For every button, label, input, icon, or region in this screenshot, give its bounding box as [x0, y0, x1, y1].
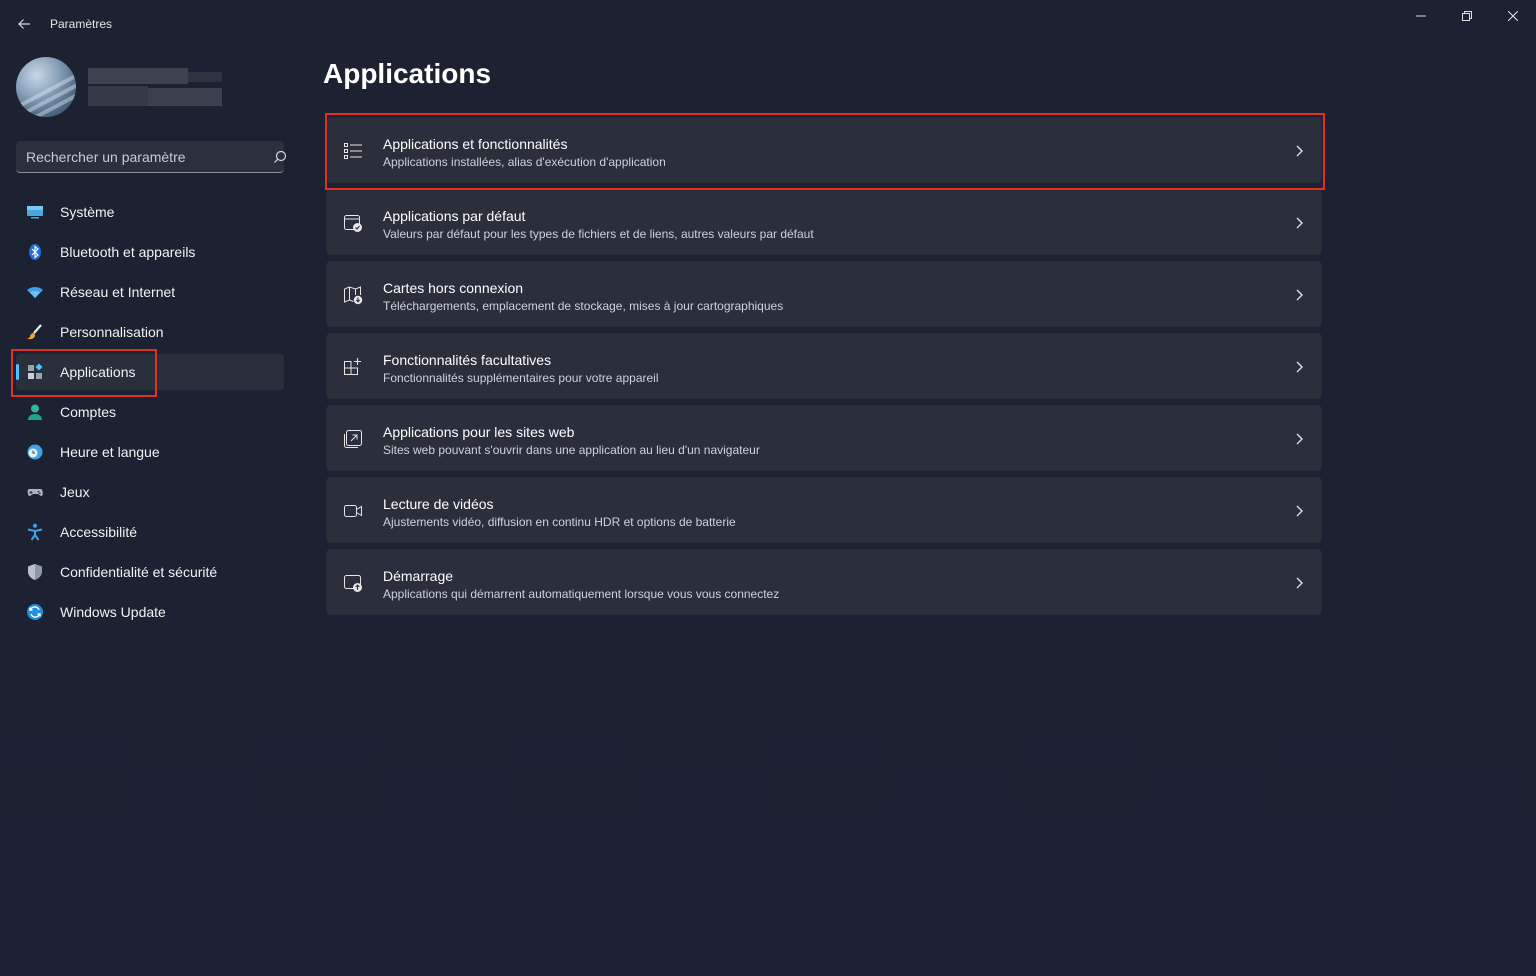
title-bar: Paramètres [0, 0, 1536, 48]
minimize-icon [1416, 15, 1426, 17]
card-description: Applications installées, alias d'exécuti… [383, 155, 666, 169]
person-icon [28, 404, 42, 420]
chevron-right-icon [1296, 289, 1303, 301]
close-button[interactable] [1490, 0, 1536, 32]
update-icon [27, 604, 43, 620]
user-name-redacted [88, 68, 222, 108]
map-download-icon [344, 286, 363, 305]
sidebar-item-confidentialite[interactable]: Confidentialité et sécurité [16, 554, 284, 590]
back-button[interactable] [12, 12, 36, 36]
restore-button[interactable] [1444, 0, 1490, 32]
chevron-right-icon [1296, 433, 1303, 445]
page-title: Applications [323, 58, 492, 89]
search-box[interactable] [16, 141, 287, 173]
card-applications-sites-web[interactable]: Applications pour les sites web Sites we… [326, 405, 1322, 471]
sidebar-item-label: Heure et langue [60, 444, 160, 460]
sidebar-item-label: Accessibilité [60, 524, 138, 540]
card-title: Cartes hors connexion [383, 280, 524, 296]
bluetooth-icon [29, 244, 41, 260]
sidebar-item-jeux[interactable]: Jeux [16, 474, 284, 510]
sidebar-item-label: Système [60, 204, 115, 220]
card-title: Applications et fonctionnalités [383, 136, 568, 152]
card-title: Applications par défaut [383, 208, 526, 224]
wifi-icon [27, 286, 43, 298]
sidebar-item-applications[interactable]: Applications [16, 354, 284, 390]
video-icon [344, 505, 362, 517]
sidebar-item-windows-update[interactable]: Windows Update [16, 594, 284, 630]
minimize-button[interactable] [1398, 0, 1444, 32]
search-icon[interactable] [272, 149, 288, 165]
apps-icon [28, 363, 43, 379]
card-fonctionnalites-facultatives[interactable]: Fonctionnalités facultatives Fonctionnal… [326, 333, 1322, 399]
chevron-right-icon [1296, 145, 1303, 157]
sidebar-item-label: Comptes [60, 404, 117, 420]
list-icon [344, 143, 362, 159]
card-title: Démarrage [383, 568, 454, 584]
card-title: Lecture de vidéos [383, 496, 494, 512]
restore-icon [1462, 11, 1472, 21]
card-description: Sites web pouvant s'ouvrir dans une appl… [383, 443, 760, 457]
sidebar-item-label: Bluetooth et appareils [60, 244, 196, 260]
card-title: Fonctionnalités facultatives [383, 352, 552, 368]
card-title: Applications pour les sites web [383, 424, 575, 440]
sidebar-item-heure-langue[interactable]: Heure et langue [16, 434, 284, 470]
sidebar-nav: Système Bluetooth et appareils Réseau et… [16, 194, 284, 634]
chevron-right-icon [1296, 505, 1303, 517]
default-app-icon [344, 215, 362, 232]
display-icon [27, 206, 43, 219]
card-description: Téléchargements, emplacement de stockage… [383, 299, 784, 313]
avatar[interactable] [16, 57, 76, 117]
startup-icon [344, 575, 362, 592]
card-description: Valeurs par défaut pour les types de fic… [383, 227, 814, 241]
chevron-right-icon [1296, 217, 1303, 229]
card-description: Ajustements vidéo, diffusion en continu … [383, 515, 736, 529]
sidebar-item-label: Jeux [60, 484, 90, 500]
sidebar-item-label: Confidentialité et sécurité [60, 564, 218, 580]
back-arrow-icon [18, 19, 30, 29]
gamepad-icon [27, 489, 43, 496]
chevron-right-icon [1296, 361, 1303, 373]
sidebar-item-comptes[interactable]: Comptes [16, 394, 284, 430]
card-demarrage[interactable]: Démarrage Applications qui démarrent aut… [326, 549, 1322, 615]
sidebar-item-bluetooth[interactable]: Bluetooth et appareils [16, 234, 284, 270]
sidebar-item-systeme[interactable]: Système [16, 194, 284, 230]
open-in-app-icon [344, 430, 362, 448]
card-applications-par-defaut[interactable]: Applications par défaut Valeurs par défa… [326, 189, 1322, 255]
sidebar-item-label: Windows Update [60, 604, 166, 620]
brush-icon [27, 324, 42, 340]
app-title: Paramètres [50, 17, 113, 31]
card-lecture-videos[interactable]: Lecture de vidéos Ajustements vidéo, dif… [326, 477, 1322, 543]
settings-card-list: Applications et fonctionnalités Applicat… [326, 117, 1322, 621]
card-description: Fonctionnalités supplémentaires pour vot… [383, 371, 659, 385]
card-description: Applications qui démarrent automatiqueme… [383, 587, 780, 601]
close-icon [1508, 11, 1518, 21]
sidebar-item-label: Personnalisation [60, 324, 164, 340]
card-cartes-hors-connexion[interactable]: Cartes hors connexion Téléchargements, e… [326, 261, 1322, 327]
chevron-right-icon [1296, 577, 1303, 589]
accessibility-icon [27, 523, 43, 541]
settings-window: Paramètres Système Bluetoot [0, 0, 1536, 976]
add-grid-icon [344, 358, 361, 375]
sidebar-item-personnalisation[interactable]: Personnalisation [16, 314, 284, 350]
search-input[interactable] [26, 141, 246, 172]
sidebar-item-label: Réseau et Internet [60, 284, 176, 300]
clock-globe-icon [27, 444, 43, 460]
sidebar-item-accessibilite[interactable]: Accessibilité [16, 514, 284, 550]
sidebar-item-reseau[interactable]: Réseau et Internet [16, 274, 284, 310]
sidebar-item-label: Applications [60, 364, 136, 380]
shield-icon [28, 564, 42, 580]
card-applications-fonctionnalites[interactable]: Applications et fonctionnalités Applicat… [326, 117, 1322, 183]
selection-indicator [16, 364, 19, 380]
